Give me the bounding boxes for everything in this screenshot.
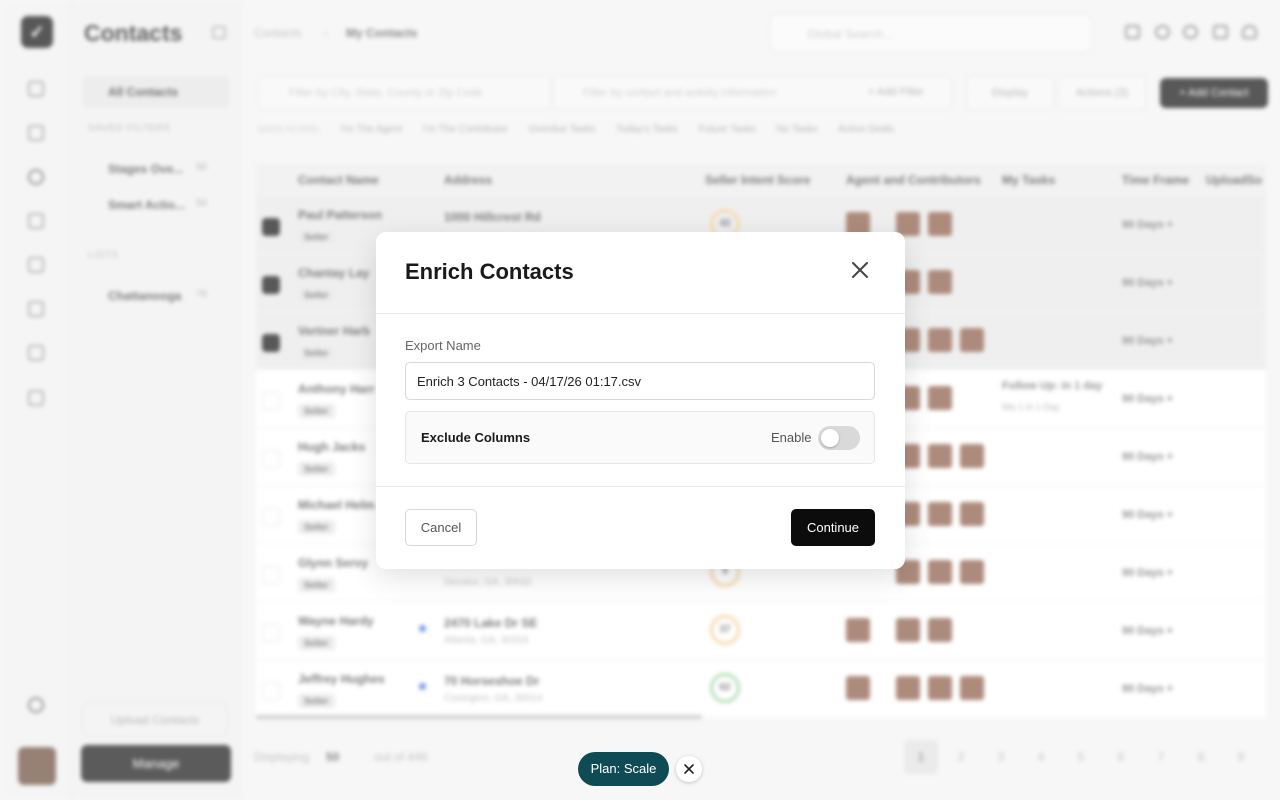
enable-label: Enable [771,430,812,445]
plan-badge[interactable]: Plan: Scale [578,752,669,786]
exclude-columns-row: Exclude Columns Enable [405,411,875,464]
exclude-columns-label: Exclude Columns [421,430,531,445]
close-icon [852,262,868,278]
continue-button[interactable]: Continue [791,509,875,546]
dismiss-plan-button[interactable] [676,756,702,782]
close-icon [684,764,694,774]
dialog-title: Enrich Contacts [405,259,574,284]
close-button[interactable] [846,256,874,284]
divider [376,313,905,314]
toggle-knob [821,429,839,447]
cancel-button[interactable]: Cancel [405,509,477,546]
exclude-columns-toggle[interactable] [818,426,860,450]
divider [376,486,905,487]
enrich-contacts-dialog: Enrich Contacts Export Name Exclude Colu… [376,232,905,569]
export-name-label: Export Name [405,338,481,353]
export-name-input[interactable] [405,362,875,400]
